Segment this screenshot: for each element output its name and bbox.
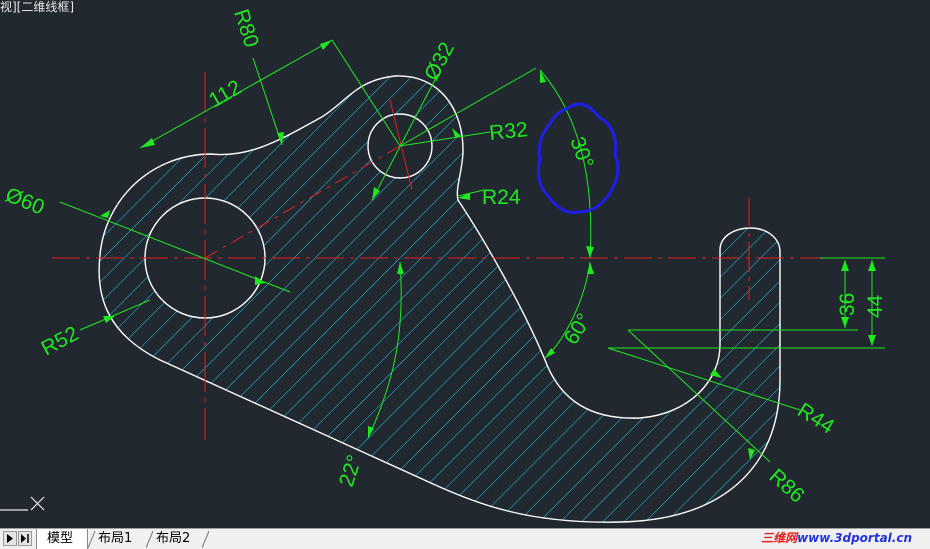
hatch-region [99,75,781,523]
dim-d32[interactable]: Ø32 [420,38,459,84]
prev-tab-button[interactable] [3,531,17,546]
dim-a60[interactable]: 60° [560,310,596,349]
tab-separator [202,530,210,549]
dim-r44[interactable]: R44 [793,399,838,439]
dim-a22[interactable]: 22° [335,452,367,489]
dim-112[interactable]: 112 [205,76,245,113]
dim-r52[interactable]: R52 [38,322,83,360]
watermark-prefix: 三维网 [761,531,798,545]
tab-layout2-label: 布局2 [156,531,191,546]
dim-r24[interactable]: R24 [482,186,521,209]
tab-next-icon [21,534,29,543]
dim-r86[interactable]: R86 [765,465,809,508]
drawing-canvas[interactable]: R80 112 Ø32 R32 R24 30° Ø60 R52 60° 22° … [0,0,930,528]
tab-prev-icon [7,534,13,543]
dim-a30[interactable]: 30° [565,134,597,172]
watermark-url: www.3dportal.cn [797,531,912,545]
dim-36[interactable]: 36 [836,293,859,316]
next-tab-button[interactable] [18,531,32,546]
dim-r32[interactable]: R32 [488,118,529,145]
site-watermark: 三维网www.3dportal.cn [761,531,912,545]
ucs-icon [0,496,45,511]
tab-layout2[interactable]: 布局2 [146,529,208,549]
dim-d60[interactable]: Ø60 [2,183,47,219]
dim-44[interactable]: 44 [864,294,887,318]
dim-r80[interactable]: R80 [229,6,263,50]
tab-layout1-label: 布局1 [98,531,133,546]
tab-layout1[interactable]: 布局1 [88,529,146,549]
tab-model-label: 模型 [47,531,74,546]
tab-model[interactable]: 模型 [36,529,88,549]
